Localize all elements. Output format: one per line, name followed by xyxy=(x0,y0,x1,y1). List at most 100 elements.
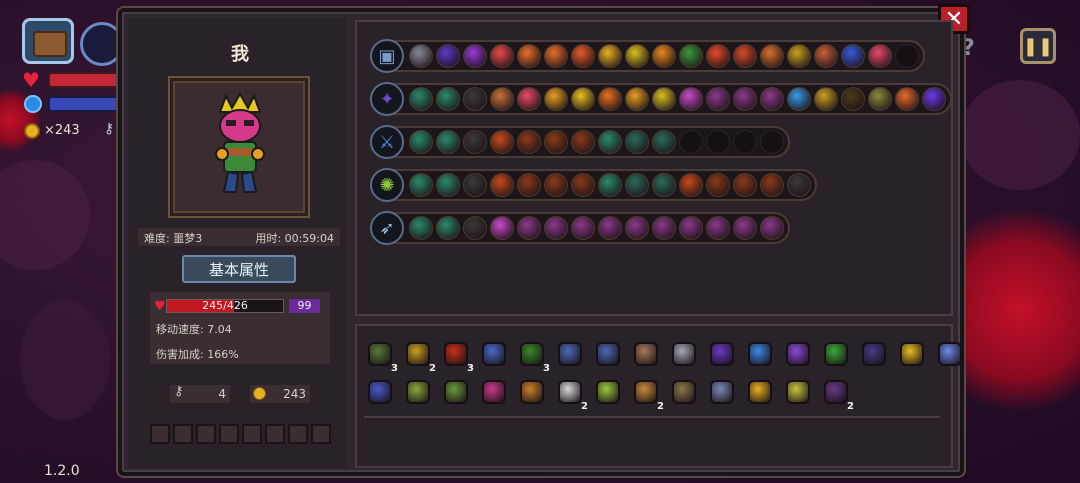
weapon-mod-icon[interactable] xyxy=(571,130,595,154)
pickaxe-icon[interactable]: 2 xyxy=(402,338,436,374)
weapon-mod-icon[interactable] xyxy=(571,216,595,240)
weapon-mod-icon[interactable] xyxy=(463,216,487,240)
weapon-mod-icon[interactable] xyxy=(679,173,703,197)
weapon-mod-icon[interactable] xyxy=(733,173,757,197)
weapon-mod-icon[interactable] xyxy=(625,216,649,240)
weapon-mod-icon[interactable] xyxy=(517,216,541,240)
quick-slot[interactable] xyxy=(219,424,239,444)
claw-pair-icon[interactable] xyxy=(782,376,814,408)
weapon-mod-icon[interactable] xyxy=(463,44,487,68)
weapon-mod-icon[interactable] xyxy=(544,173,568,197)
weapon-mod-icon[interactable] xyxy=(733,44,757,68)
potion-icon[interactable] xyxy=(896,338,928,370)
weapon-mod-icon[interactable] xyxy=(760,216,784,240)
green-cloth-icon[interactable]: 3 xyxy=(516,338,550,374)
bell-icon[interactable] xyxy=(744,376,776,408)
staff-icon[interactable]: ✦ xyxy=(370,82,404,116)
weapon-mod-icon[interactable] xyxy=(652,44,676,68)
weapon-mod-icon[interactable] xyxy=(409,44,433,68)
wand-icon[interactable] xyxy=(592,338,624,370)
weapon-mod-icon[interactable] xyxy=(463,87,487,111)
weapon-mod-icon[interactable] xyxy=(625,130,649,154)
flame-mask-icon[interactable] xyxy=(478,376,510,408)
weapon-mod-icon[interactable] xyxy=(571,173,595,197)
scroll-icon[interactable] xyxy=(516,376,548,408)
weapon-mod-icon[interactable] xyxy=(436,130,460,154)
scepter-icon[interactable]: ✺ xyxy=(370,168,404,202)
weapon-mod-icon[interactable] xyxy=(895,87,919,111)
stone-icon[interactable] xyxy=(630,338,662,370)
weapon-mod-icon[interactable] xyxy=(733,216,757,240)
weapon-mod-icon[interactable] xyxy=(625,44,649,68)
quick-slot[interactable] xyxy=(173,424,193,444)
weapon-mod-icon[interactable] xyxy=(598,44,622,68)
weapon-mod-icon[interactable] xyxy=(598,130,622,154)
teeth-icon[interactable]: 2 xyxy=(554,376,588,412)
empty-mod-slot[interactable] xyxy=(733,130,757,154)
weapon-mod-icon[interactable] xyxy=(760,173,784,197)
sword-icon[interactable]: ⚔ xyxy=(370,125,404,159)
weapon-mod-icon[interactable] xyxy=(760,44,784,68)
weapon-mod-icon[interactable] xyxy=(733,87,757,111)
quick-slot[interactable] xyxy=(242,424,262,444)
spider-icon[interactable] xyxy=(668,376,700,408)
weapon-mod-icon[interactable] xyxy=(409,130,433,154)
quick-slot[interactable] xyxy=(196,424,216,444)
weapon-mod-icon[interactable] xyxy=(490,216,514,240)
weapon-mod-icon[interactable] xyxy=(787,173,811,197)
weapon-mod-icon[interactable] xyxy=(490,173,514,197)
weapon-mod-icon[interactable] xyxy=(787,44,811,68)
weapon-mod-icon[interactable] xyxy=(490,130,514,154)
horn-icon[interactable] xyxy=(592,376,624,408)
quick-slot[interactable] xyxy=(288,424,308,444)
weapon-mod-icon[interactable] xyxy=(544,216,568,240)
weapon-mod-icon[interactable] xyxy=(679,216,703,240)
weapon-mod-icon[interactable] xyxy=(706,87,730,111)
weapon-mod-icon[interactable] xyxy=(787,87,811,111)
arrow-icon[interactable] xyxy=(706,376,738,408)
weapon-mod-icon[interactable] xyxy=(571,44,595,68)
weapon-mod-icon[interactable] xyxy=(841,44,865,68)
weapon-mod-icon[interactable] xyxy=(517,87,541,111)
weapon-mod-icon[interactable] xyxy=(652,130,676,154)
weapon-mod-icon[interactable] xyxy=(625,173,649,197)
empty-mod-slot[interactable] xyxy=(706,130,730,154)
quick-slot[interactable] xyxy=(311,424,331,444)
weapon-mod-icon[interactable] xyxy=(706,216,730,240)
weapon-mod-icon[interactable] xyxy=(760,87,784,111)
weapon-mod-icon[interactable] xyxy=(490,87,514,111)
weapon-mod-icon[interactable] xyxy=(706,173,730,197)
chest-icon[interactable]: ▣ xyxy=(370,39,404,73)
pause-button[interactable]: ❚❚ xyxy=(1020,28,1056,64)
help-icon[interactable]: ? xyxy=(962,36,988,62)
quick-slot[interactable] xyxy=(265,424,285,444)
syringe-icon[interactable] xyxy=(744,338,776,370)
weapon-mod-icon[interactable] xyxy=(868,87,892,111)
weapon-mod-icon[interactable] xyxy=(517,130,541,154)
weapon-mod-icon[interactable] xyxy=(679,44,703,68)
weapon-mod-icon[interactable] xyxy=(490,44,514,68)
weapon-mod-icon[interactable] xyxy=(652,216,676,240)
cage-icon[interactable] xyxy=(858,338,890,370)
gem-ring-icon[interactable] xyxy=(554,338,586,370)
weapon-mod-icon[interactable] xyxy=(544,87,568,111)
empty-mod-slot[interactable] xyxy=(760,130,784,154)
weapon-mod-icon[interactable] xyxy=(868,44,892,68)
weapon-mod-icon[interactable] xyxy=(409,173,433,197)
weapon-mod-icon[interactable] xyxy=(814,87,838,111)
empty-mod-slot[interactable] xyxy=(679,130,703,154)
robe-icon[interactable]: 2 xyxy=(820,376,854,412)
weapon-mod-icon[interactable] xyxy=(652,87,676,111)
chest-icon[interactable] xyxy=(22,18,74,64)
weapon-mod-icon[interactable] xyxy=(544,44,568,68)
weapon-mod-icon[interactable] xyxy=(436,44,460,68)
weapon-mod-icon[interactable] xyxy=(652,173,676,197)
weapon-mod-icon[interactable] xyxy=(517,44,541,68)
weapon-mod-icon[interactable] xyxy=(463,130,487,154)
boot-icon[interactable] xyxy=(782,338,814,370)
wizard-hat-icon[interactable] xyxy=(706,338,738,370)
squid-icon[interactable] xyxy=(364,376,396,408)
weapon-mod-icon[interactable] xyxy=(436,173,460,197)
map-icon[interactable]: 2 xyxy=(630,376,664,412)
weapon-mod-icon[interactable] xyxy=(436,87,460,111)
